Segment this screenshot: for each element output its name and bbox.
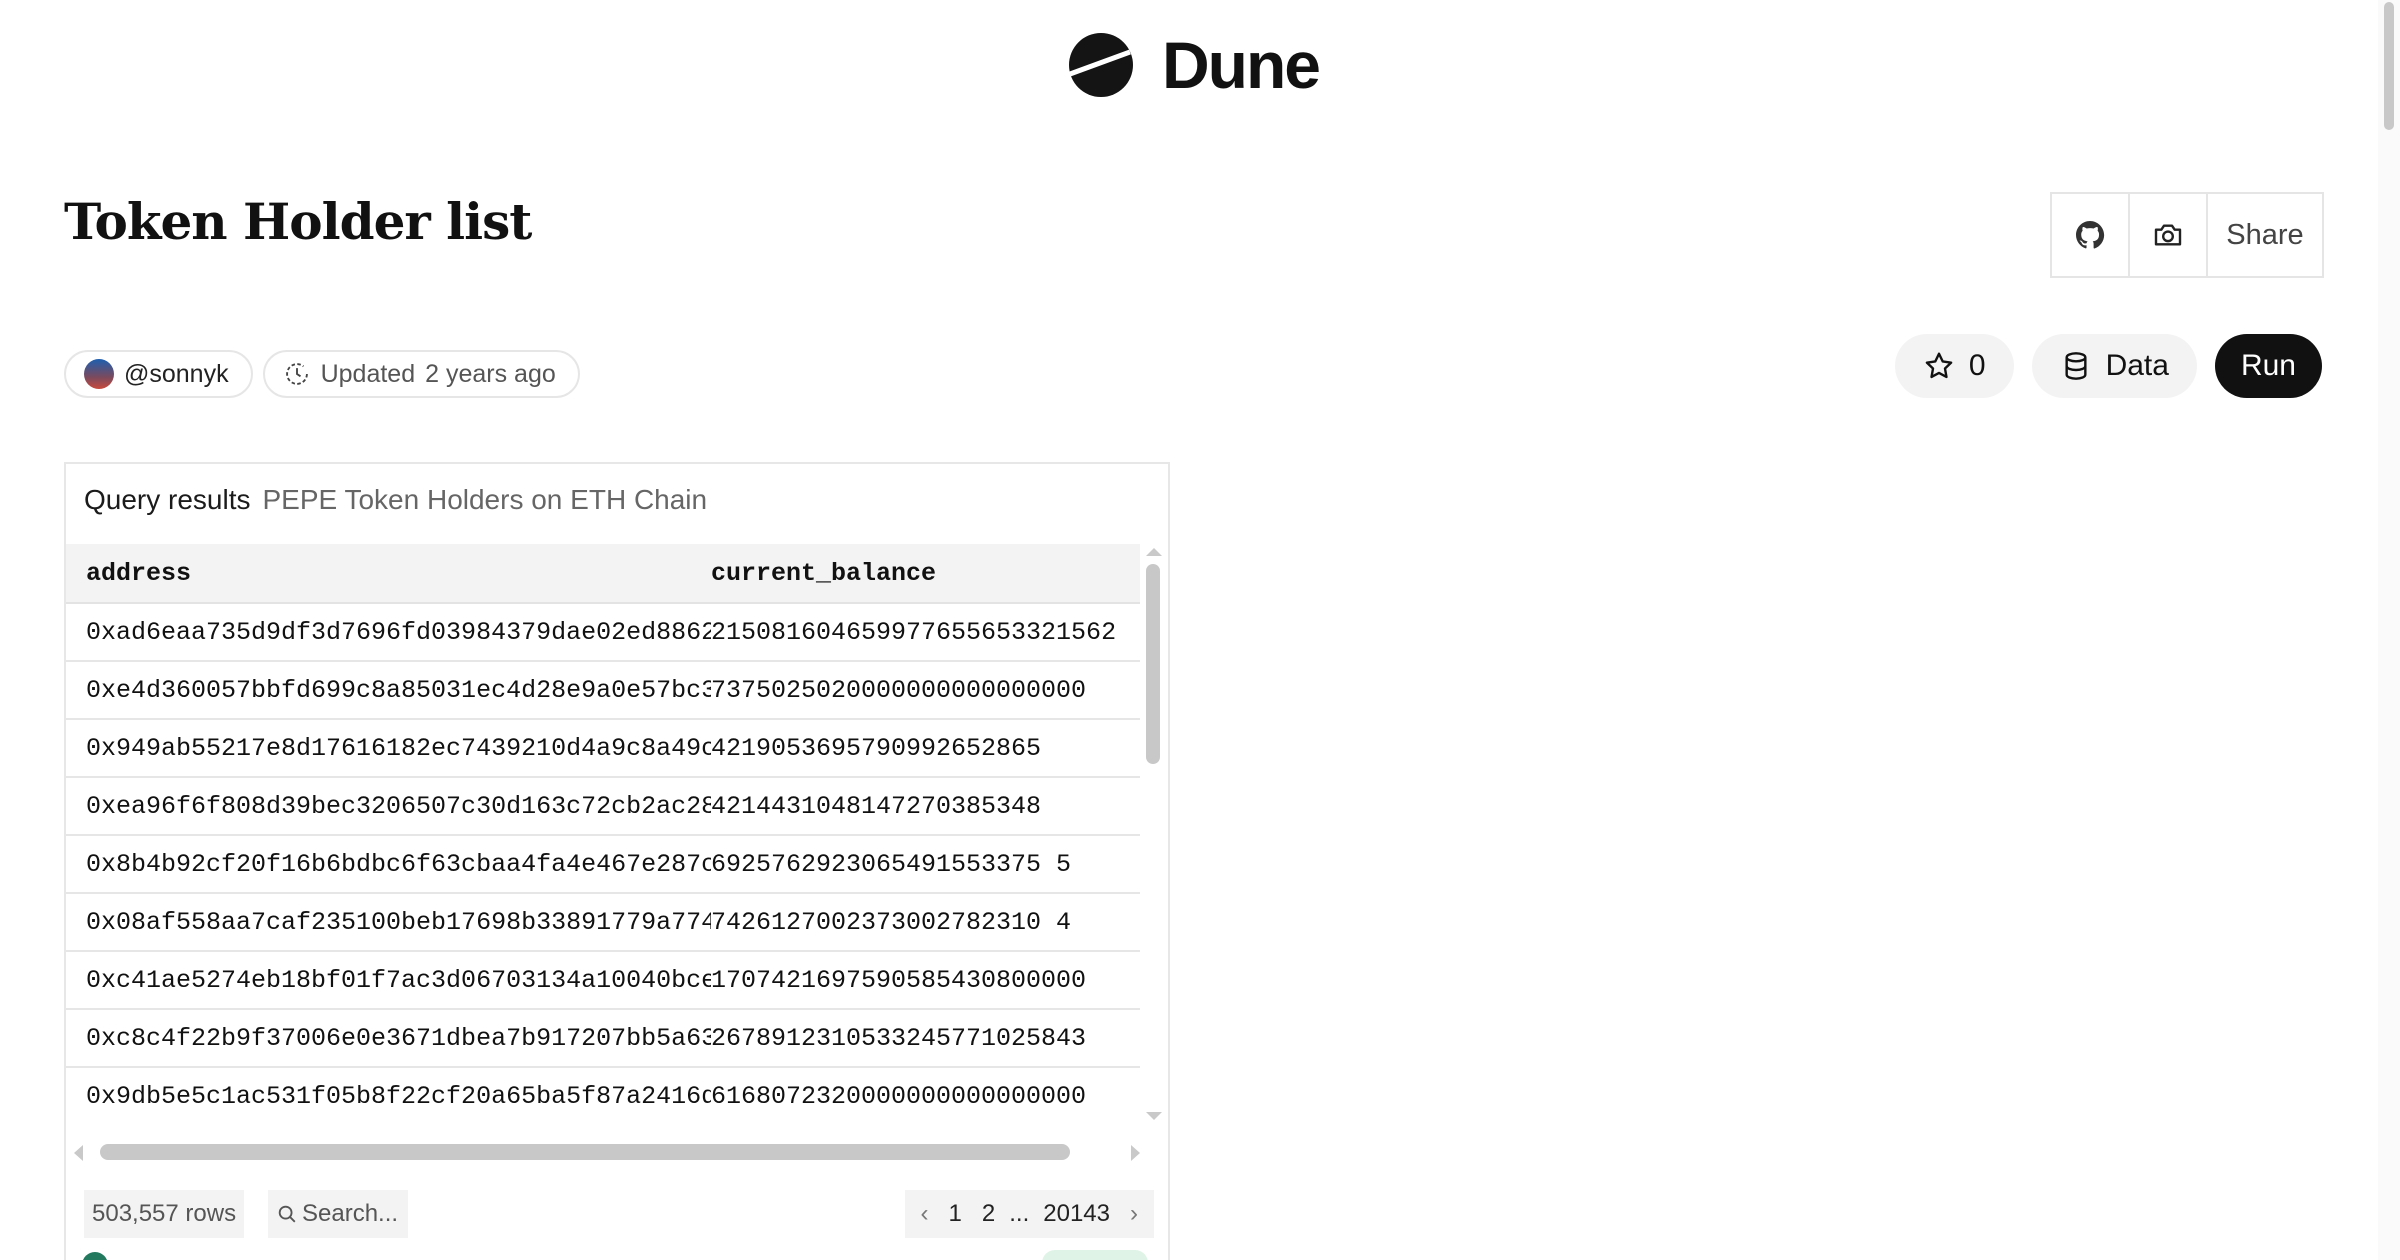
search-icon [278, 1205, 296, 1223]
address-cell: 0xad6eaa735d9df3d7696fd03984379dae02ed88… [86, 617, 711, 647]
dune-logo-icon [1069, 33, 1133, 97]
scroll-right-arrow[interactable] [1131, 1145, 1140, 1161]
last-page-button[interactable]: 20143 [1033, 1200, 1120, 1228]
star-count: 0 [1968, 349, 1986, 382]
column-header-address[interactable]: address [66, 559, 711, 588]
author-chip[interactable]: @sonnyk [64, 350, 253, 398]
pagination: ‹ 1 2 ... 20143 › [904, 1190, 1154, 1238]
table-body: 0xad6eaa735d9df3d7696fd03984379dae02ed88… [66, 604, 1140, 1124]
query-meta: @sonnyk Updated 2 years ago [64, 350, 580, 398]
table-row: 0x08af558aa7caf235100beb17698b33891779a7… [66, 894, 1140, 952]
page-scrollbar-thumb[interactable] [2384, 2, 2394, 130]
star-button[interactable]: 0 [1894, 334, 2014, 398]
vertical-scroll-thumb[interactable] [1146, 564, 1160, 764]
pagination-ellipsis: ... [1009, 1200, 1030, 1227]
row-count: 503,557 rows [84, 1190, 245, 1238]
clock-refresh-icon [285, 363, 308, 385]
query-actions: 0 Data Run [1894, 334, 2322, 398]
horizontal-scroll-thumb[interactable] [100, 1144, 1070, 1160]
chevron-left-icon[interactable]: ‹ [911, 1200, 939, 1228]
data-button[interactable]: Data [2031, 334, 2197, 398]
results-subtitle: PEPE Token Holders on ETH Chain [262, 484, 708, 515]
scroll-left-arrow[interactable] [74, 1145, 83, 1161]
balance-cell: 4219053695790992652865 [711, 733, 1042, 763]
address-cell: 0x8b4b92cf20f16b6bdbc6f63cbaa4fa4e467e28… [86, 849, 711, 879]
updated-value: 2 years ago [425, 359, 556, 388]
table-row: 0x9db5e5c1ac531f05b8f22cf20a65ba5f87a241… [66, 1068, 1140, 1124]
results-footer: 503,557 rows ‹ 1 2 ... 20143 › [84, 1190, 1154, 1238]
page-1-button[interactable]: 1 [939, 1200, 972, 1228]
results-header: Query results PEPE Token Holders on ETH C… [84, 484, 707, 516]
address-cell: 0x949ab55217e8d17616182ec7439210d4a9c8a4… [86, 733, 711, 763]
balance-cell: 6925762923065491553375 5 [711, 849, 1072, 879]
table-row: 0x8b4b92cf20f16b6bdbc6f63cbaa4fa4e467e28… [66, 836, 1140, 894]
table-horizontal-scrollbar[interactable] [74, 1140, 1140, 1164]
star-icon [1925, 352, 1953, 379]
table-header: address current_balance [66, 544, 1140, 604]
balance-cell: 7426127002373002782310 4 [711, 907, 1072, 937]
share-button[interactable]: Share [2208, 194, 2322, 276]
camera-icon [2154, 224, 2182, 246]
page-scrollbar[interactable] [2378, 0, 2400, 1260]
address-cell: 0xc41ae5274eb18bf01f7ac3d06703134a10040b… [86, 965, 711, 995]
page-2-button[interactable]: 2 [972, 1200, 1005, 1228]
address-cell: 0xe4d360057bbfd699c8a85031ec4d28e9a0e57b… [86, 675, 711, 705]
table-vertical-scrollbar[interactable] [1142, 548, 1166, 1120]
query-results-panel: Query results PEPE Token Holders on ETH C… [64, 462, 1170, 1260]
table-row: 0x949ab55217e8d17616182ec7439210d4a9c8a4… [66, 720, 1140, 778]
results-title: Query results [84, 484, 251, 515]
page-title: Token Holder list [64, 192, 532, 251]
balance-cell: 6168072320000000000000000 [711, 1081, 1087, 1111]
brand-wordmark: Dune [1162, 28, 1321, 102]
author-name: @sonnyk [124, 359, 229, 388]
data-button-label: Data [2105, 349, 2169, 382]
table-row: 0xea96f6f808d39bec3206507c30d163c72cb2ac… [66, 778, 1140, 836]
address-cell: 0x08af558aa7caf235100beb17698b33891779a7… [86, 907, 711, 937]
balance-cell: 2678912310533245771025843 [711, 1023, 1087, 1053]
table-row: 0xc41ae5274eb18bf01f7ac3d06703134a10040b… [66, 952, 1140, 1010]
dune-logo[interactable]: Dune [1068, 28, 1321, 102]
query-toolbar: Share [2050, 192, 2324, 278]
avatar [84, 359, 114, 389]
github-button[interactable] [2052, 194, 2130, 276]
balance-cell: 7375025020000000000000000 [711, 675, 1087, 705]
updated-chip: Updated 2 years ago [262, 350, 580, 398]
chevron-right-icon[interactable]: › [1120, 1200, 1148, 1228]
updated-label: Updated [320, 359, 416, 388]
scroll-down-arrow[interactable] [1146, 1112, 1162, 1120]
address-cell: 0x9db5e5c1ac531f05b8f22cf20a65ba5f87a241… [86, 1081, 711, 1111]
search-input[interactable] [302, 1200, 402, 1228]
address-cell: 0xc8c4f22b9f37006e0e3671dbea7b917207bb5a… [86, 1023, 711, 1053]
next-section-badge [1042, 1250, 1148, 1260]
github-icon [2076, 221, 2105, 249]
table-row: 0xc8c4f22b9f37006e0e3671dbea7b917207bb5a… [66, 1010, 1140, 1068]
address-cell: 0xea96f6f808d39bec3206507c30d163c72cb2ac… [86, 791, 711, 821]
table-row: 0xe4d360057bbfd699c8a85031ec4d28e9a0e57b… [66, 662, 1140, 720]
table-row: 0xad6eaa735d9df3d7696fd03984379dae02ed88… [66, 604, 1140, 662]
screenshot-button[interactable] [2130, 194, 2208, 276]
column-header-current-balance[interactable]: current_balance [711, 559, 1140, 588]
balance-cell: 4214431048147270385348 [711, 791, 1042, 821]
results-search[interactable] [268, 1190, 408, 1238]
database-icon [2065, 352, 2087, 380]
run-button[interactable]: Run [2214, 334, 2322, 398]
scroll-up-arrow[interactable] [1146, 548, 1162, 556]
results-table: address current_balance 0xad6eaa735d9df3… [66, 544, 1140, 1124]
balance-cell: 215081604659977655653321562 [711, 617, 1117, 647]
balance-cell: 1707421697590585430800000 [711, 965, 1087, 995]
